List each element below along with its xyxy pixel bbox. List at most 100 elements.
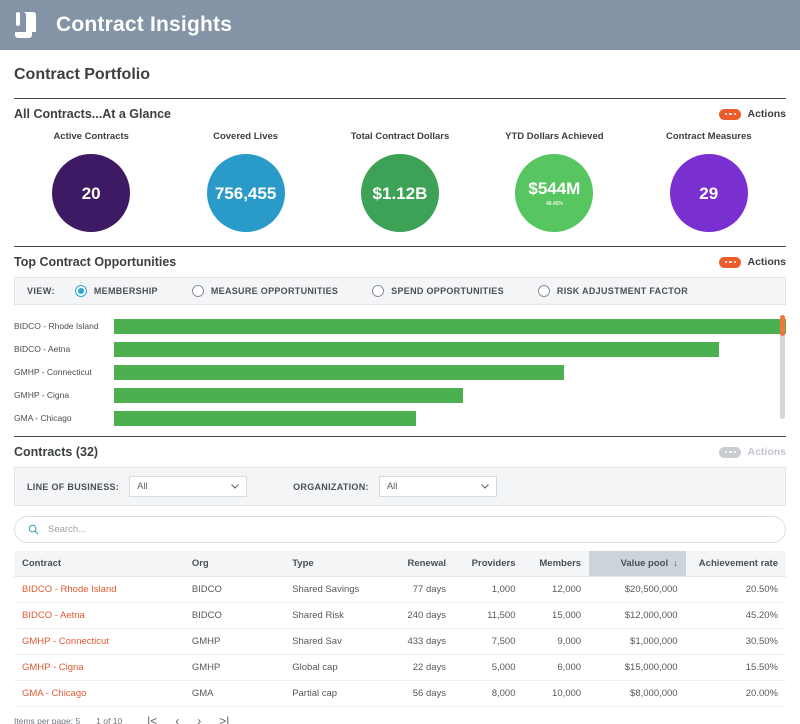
bar-row[interactable]: GMHP - Connecticut bbox=[14, 361, 786, 383]
cell-providers: 1,000 bbox=[454, 576, 524, 603]
table-header-row: Contract Org Type Renewal Providers Memb… bbox=[14, 551, 786, 577]
cell-achievement-rate: 30.50% bbox=[685, 628, 786, 655]
col-type[interactable]: Type bbox=[284, 551, 385, 577]
cell-contract[interactable]: GMA - Chicago bbox=[14, 680, 184, 707]
page-title-area: Contract Portfolio bbox=[0, 50, 800, 98]
table-row[interactable]: GMHP - Cigna GMHP Global cap 22 days 5,0… bbox=[14, 654, 786, 681]
table-row[interactable]: GMA - Chicago GMA Partial cap 56 days 8,… bbox=[14, 680, 786, 707]
bar-track bbox=[114, 341, 786, 357]
chart-scrollbar-thumb[interactable] bbox=[780, 315, 785, 336]
radio-membership[interactable]: MEMBERSHIP bbox=[74, 285, 158, 297]
next-page-button[interactable]: › bbox=[188, 715, 210, 724]
col-label: Org bbox=[191, 558, 209, 569]
top-opportunities-section: Top Contract Opportunities Actions VIEW:… bbox=[0, 246, 800, 436]
table-paginator: Items per page: 5 1 of 10 |< ‹ › >| bbox=[0, 707, 800, 724]
kpi-label: Total Contract Dollars bbox=[350, 131, 450, 142]
at-a-glance-section: All Contracts...At a Glance Actions Acti… bbox=[0, 98, 800, 246]
cell-renewal: 77 days bbox=[384, 576, 455, 603]
page-range-label: 1 of 10 bbox=[96, 716, 123, 724]
cell-members: 6,000 bbox=[523, 654, 590, 681]
col-members[interactable]: Members bbox=[523, 551, 590, 577]
search-area bbox=[14, 506, 786, 551]
glance-actions-label: Actions bbox=[747, 108, 786, 120]
kpi-bubble: $544M 48.45% bbox=[515, 154, 594, 232]
scroll-document-icon bbox=[14, 10, 40, 40]
col-achievement-rate[interactable]: Achievement rate bbox=[685, 551, 786, 577]
items-per-page: Items per page: 5 bbox=[14, 716, 80, 724]
cell-value-pool: $15,000,000 bbox=[589, 654, 686, 681]
line-of-business-select[interactable]: All bbox=[129, 476, 248, 497]
cell-members: 10,000 bbox=[523, 680, 590, 707]
view-label: VIEW: bbox=[27, 286, 55, 296]
organization-select[interactable]: All bbox=[378, 476, 497, 497]
table-row[interactable]: BIDCO - Rhode Island BIDCO Shared Saving… bbox=[14, 576, 786, 603]
col-org[interactable]: Org bbox=[183, 551, 285, 577]
bar-category-label: GMHP - Cigna bbox=[14, 390, 70, 400]
glance-title: All Contracts...At a Glance bbox=[14, 107, 171, 121]
bar-row[interactable]: GMHP - Cigna bbox=[14, 384, 786, 406]
kpi-value: 756,455 bbox=[214, 183, 277, 203]
cell-value-pool: $20,500,000 bbox=[589, 576, 686, 603]
cell-type: Shared Savings bbox=[284, 576, 385, 603]
cell-contract[interactable]: BIDCO - Rhode Island bbox=[14, 576, 184, 603]
select-value: All bbox=[386, 481, 398, 492]
col-contract[interactable]: Contract bbox=[14, 551, 184, 577]
cell-providers: 11,500 bbox=[454, 602, 524, 629]
cell-renewal: 56 days bbox=[384, 680, 455, 707]
bar-track bbox=[114, 387, 786, 403]
radio-measure-opportunities[interactable]: MEASURE OPPORTUNITIES bbox=[191, 285, 338, 297]
kpi-value: $1.12B bbox=[372, 183, 428, 203]
glance-actions-button[interactable]: Actions bbox=[719, 108, 786, 120]
bar-row[interactable]: GMA - Chicago bbox=[14, 407, 786, 429]
col-providers[interactable]: Providers bbox=[454, 551, 524, 577]
cell-value-pool: $12,000,000 bbox=[589, 602, 686, 629]
kpi-active-contracts[interactable]: Active Contracts 20 bbox=[16, 131, 166, 232]
search-icon bbox=[28, 524, 39, 535]
cell-contract[interactable]: BIDCO - Aetna bbox=[14, 602, 184, 629]
chart-scrollbar[interactable] bbox=[780, 315, 785, 419]
table-row[interactable]: BIDCO - Aetna BIDCO Shared Risk 240 days… bbox=[14, 602, 786, 629]
cell-type: Partial cap bbox=[284, 680, 385, 707]
search-input[interactable] bbox=[48, 524, 772, 535]
kpi-contract-measures[interactable]: Contract Measures 29 bbox=[634, 131, 784, 232]
cell-members: 12,000 bbox=[523, 576, 590, 603]
items-per-page-value[interactable]: 5 bbox=[75, 716, 80, 724]
kpi-covered-lives[interactable]: Covered Lives 756,455 bbox=[171, 131, 321, 232]
kpi-subvalue: 48.45% bbox=[545, 200, 563, 207]
kpi-label: Covered Lives bbox=[213, 131, 279, 142]
contracts-title: Contracts bbox=[14, 445, 73, 459]
bar-row[interactable]: BIDCO - Rhode Island bbox=[14, 315, 786, 337]
kpi-label: Active Contracts bbox=[53, 131, 129, 142]
cell-members: 15,000 bbox=[523, 602, 590, 629]
contracts-actions-button[interactable]: Actions bbox=[719, 446, 786, 458]
kpi-total-contract-dollars[interactable]: Total Contract Dollars $1.12B bbox=[325, 131, 475, 232]
kpi-ytd-dollars-achieved[interactable]: YTD Dollars Achieved $544M 48.45% bbox=[479, 131, 629, 232]
kpi-value: 29 bbox=[699, 183, 719, 203]
filter-label: LINE OF BUSINESS: bbox=[27, 481, 120, 492]
cell-contract[interactable]: GMHP - Connecticut bbox=[14, 628, 184, 655]
cell-renewal: 22 days bbox=[384, 654, 455, 681]
bar-row[interactable]: BIDCO - Aetna bbox=[14, 338, 786, 360]
previous-page-button[interactable]: ‹ bbox=[166, 715, 188, 724]
first-page-button[interactable]: |< bbox=[138, 715, 166, 724]
last-page-button[interactable]: >| bbox=[210, 715, 238, 724]
table-row[interactable]: GMHP - Connecticut GMHP Shared Sav 433 d… bbox=[14, 628, 786, 655]
select-value: All bbox=[137, 481, 148, 492]
contracts-section: Contracts (32) Actions LINE OF BUSINESS:… bbox=[0, 436, 800, 707]
search-box[interactable] bbox=[14, 516, 786, 543]
cell-contract[interactable]: GMHP - Cigna bbox=[14, 654, 184, 681]
opportunities-actions-button[interactable]: Actions bbox=[719, 256, 786, 268]
col-value-pool[interactable]: Value pool ↓ bbox=[589, 551, 686, 577]
chevron-down-icon bbox=[480, 484, 489, 489]
kpi-bubble: 29 bbox=[669, 154, 748, 232]
cell-type: Global cap bbox=[284, 654, 385, 681]
col-renewal[interactable]: Renewal bbox=[384, 551, 455, 577]
contracts-table-body: BIDCO - Rhode Island BIDCO Shared Saving… bbox=[14, 576, 786, 707]
contracts-filter-bar: LINE OF BUSINESS: All ORGANIZATION: All bbox=[14, 467, 786, 506]
cell-providers: 7,500 bbox=[454, 628, 524, 655]
filter-organization: ORGANIZATION: All bbox=[293, 476, 497, 497]
cell-members: 9,000 bbox=[523, 628, 590, 655]
radio-risk-adjustment-factor[interactable]: RISK ADJUSTMENT FACTOR bbox=[537, 285, 688, 297]
radio-icon bbox=[537, 285, 550, 297]
radio-spend-opportunities[interactable]: SPEND OPPORTUNITIES bbox=[372, 285, 504, 297]
